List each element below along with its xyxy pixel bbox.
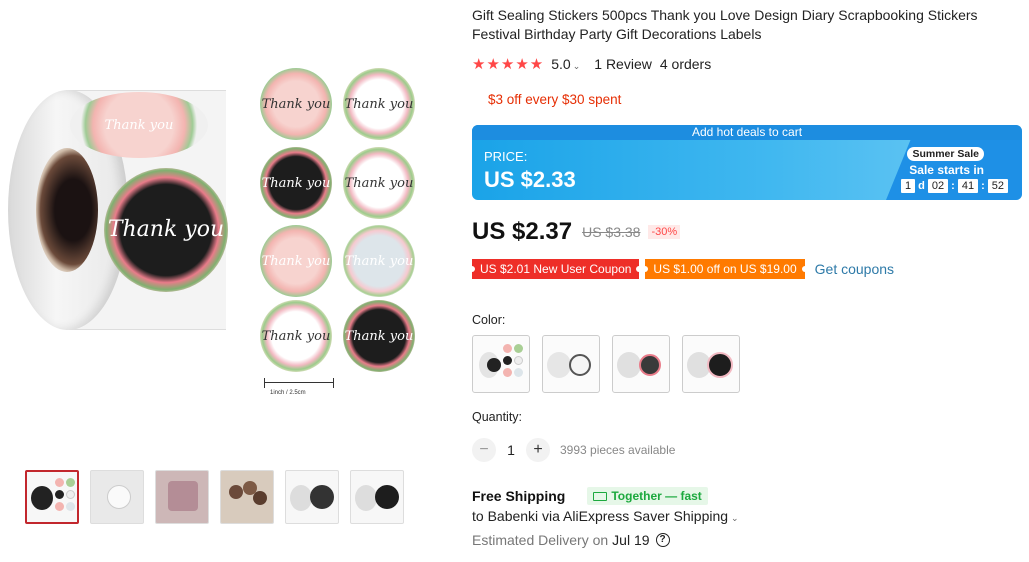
countdown-timer: 1 d 02 : 41 : 52 (901, 179, 1008, 193)
shipping-destination-text: to Babenki via AliExpress Saver Shipping (472, 508, 729, 524)
quantity-decrease-button[interactable]: − (472, 438, 496, 462)
chevron-down-icon: ⌄ (731, 513, 739, 523)
deal-price-label: PRICE: (484, 149, 528, 164)
sample-sticker-5: Thank you (260, 225, 332, 297)
sample-sticker-7: Thank you (260, 300, 332, 372)
shipping-row: Free Shipping Together — fast (472, 487, 708, 505)
truck-icon (593, 491, 608, 501)
help-icon[interactable]: ? (655, 533, 670, 547)
sample-sticker-3: Thank you (260, 147, 332, 219)
sample-sticker-4: Thank you (343, 147, 415, 219)
thumbnail-strip (25, 470, 404, 524)
color-options (472, 335, 740, 393)
thumbnail-4[interactable] (220, 470, 274, 524)
rating-value[interactable]: 5.0 ⌄ (551, 56, 580, 72)
quantity-label: Quantity: (472, 410, 523, 424)
sticker-text: Thank you (104, 117, 174, 133)
sample-sticker-2: Thank you (343, 68, 415, 140)
product-title: Gift Sealing Stickers 500pcs Thank you L… (472, 7, 978, 42)
sample-sticker-6: Thank you (343, 225, 415, 297)
stock-available: 3993 pieces available (560, 443, 676, 457)
free-shipping-title: Free Shipping (472, 488, 566, 504)
color-option-3[interactable] (612, 335, 670, 393)
chevron-down-icon: ⌄ (572, 61, 581, 71)
original-price: US $3.38 (582, 224, 641, 240)
store-coupon[interactable]: US $1.00 off on US $19.00 (642, 259, 808, 279)
sticker-text: Thank you (107, 217, 225, 242)
main-product-image[interactable]: Thank you Thank you Thank you Thank you … (0, 50, 460, 400)
rating-row: ★★★★★ 5.0 ⌄ 1 Review 4 orders (472, 55, 711, 73)
countdown-seconds: 52 (987, 179, 1008, 193)
orders-count: 4 orders (659, 56, 712, 72)
coupon-row: US $2.01 New User Coupon US $1.00 off on… (468, 259, 894, 279)
deal-header: Add hot deals to cart (472, 125, 1022, 140)
shipping-destination[interactable]: to Babenki via AliExpress Saver Shipping… (472, 508, 739, 524)
estimated-delivery: Estimated Delivery on Jul 19 ? (472, 532, 670, 548)
together-fast-tag: Together — fast (587, 487, 708, 505)
color-option-2[interactable] (542, 335, 600, 393)
countdown-hours: 02 (927, 179, 949, 193)
color-label: Color: (472, 313, 506, 327)
roll-sticker-main: Thank you (104, 168, 228, 292)
sample-sticker-1: Thank you (260, 68, 332, 140)
sale-starts-label: Sale starts in (909, 163, 984, 177)
thumbnail-5[interactable] (285, 470, 339, 524)
reviews-link[interactable]: 1 Review (594, 56, 652, 72)
together-fast-label: Together — fast (611, 489, 702, 503)
sample-sticker-8: Thank you (343, 300, 415, 372)
color-option-1[interactable] (472, 335, 530, 393)
get-coupons-link[interactable]: Get coupons (815, 261, 894, 277)
roll-core (36, 148, 98, 272)
price-row: US $2.37 US $3.38 -30% (472, 218, 681, 246)
current-price: US $2.37 (472, 218, 573, 245)
deal-banner[interactable]: Add hot deals to cart PRICE: US $2.33 Su… (472, 125, 1022, 200)
size-label: 1inch / 2.5cm (270, 390, 306, 396)
sticker-roll-image: Thank you Thank you (8, 90, 230, 330)
quantity-input[interactable]: 1 (496, 442, 526, 458)
countdown-days: 1 (901, 179, 916, 193)
size-indicator (264, 378, 334, 388)
roll-sticker-top: Thank you (70, 92, 208, 158)
store-promo[interactable]: $3 off every $30 spent (488, 92, 621, 107)
new-user-coupon[interactable]: US $2.01 New User Coupon (468, 259, 643, 279)
thumbnail-3[interactable] (155, 470, 209, 524)
deal-price: US $2.33 (484, 167, 576, 192)
countdown-day-unit: d (918, 180, 925, 192)
thumbnail-2[interactable] (90, 470, 144, 524)
thumbnail-6[interactable] (350, 470, 404, 524)
countdown-minutes: 41 (957, 179, 979, 193)
summer-sale-badge: Summer Sale (907, 147, 984, 161)
delivery-label: Estimated Delivery on (472, 532, 609, 548)
quantity-stepper: − 1 + 3993 pieces available (472, 438, 675, 462)
delivery-date: Jul 19 (612, 532, 650, 548)
thumbnail-1[interactable] (25, 470, 79, 524)
rating-stars-icon: ★★★★★ (472, 56, 545, 73)
color-option-4[interactable] (682, 335, 740, 393)
quantity-increase-button[interactable]: + (526, 438, 550, 462)
discount-badge: -30% (648, 225, 681, 239)
